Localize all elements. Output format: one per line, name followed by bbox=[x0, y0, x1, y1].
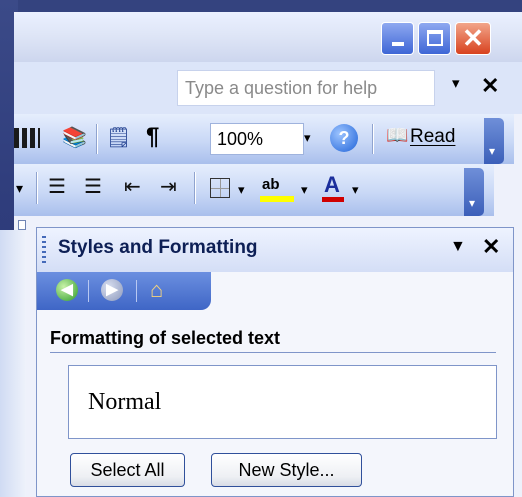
dropdown-arrow-icon[interactable]: ▾ bbox=[16, 180, 23, 197]
help-icon[interactable]: ? bbox=[330, 124, 358, 152]
font-color-icon[interactable]: A bbox=[324, 172, 340, 198]
borders-icon[interactable] bbox=[210, 178, 230, 198]
font-color-glyph: A bbox=[324, 172, 340, 197]
current-style-name: Normal bbox=[88, 389, 162, 415]
section-divider bbox=[50, 352, 496, 353]
show-hide-paragraph-icon[interactable]: ¶ bbox=[146, 123, 159, 151]
document-map-icon[interactable]: 🗒 bbox=[106, 127, 131, 149]
help-search-input[interactable]: Type a question for help bbox=[177, 70, 435, 106]
read-button[interactable]: Read bbox=[410, 126, 455, 148]
toolbar-separator bbox=[372, 124, 373, 154]
select-all-button[interactable]: Select All bbox=[70, 453, 185, 487]
home-icon[interactable]: ⌂ bbox=[150, 277, 163, 303]
font-color-dropdown-icon[interactable]: ▾ bbox=[352, 182, 359, 198]
back-arrow-icon[interactable]: ◀ bbox=[56, 279, 78, 301]
highlight-dropdown-icon[interactable]: ▾ bbox=[301, 182, 308, 198]
help-dropdown-icon[interactable]: ▾ bbox=[452, 74, 460, 92]
minimize-button[interactable] bbox=[381, 22, 414, 55]
highlight-color-bar bbox=[260, 196, 294, 202]
document-area-edge bbox=[0, 230, 26, 497]
maximize-icon bbox=[427, 30, 443, 46]
ruler-marker bbox=[18, 220, 26, 230]
pane-menu-icon[interactable]: ▼ bbox=[450, 238, 466, 256]
zoom-dropdown-icon[interactable]: ▾ bbox=[304, 130, 311, 146]
pane-title: Styles and Formatting bbox=[58, 237, 258, 258]
minimize-icon bbox=[392, 42, 404, 46]
toolbar-options-button[interactable]: ▾ bbox=[484, 118, 504, 164]
close-document-icon[interactable]: ✕ bbox=[481, 73, 499, 99]
borders-dropdown-icon[interactable]: ▾ bbox=[238, 182, 245, 198]
chevron-down-icon: ▾ bbox=[489, 144, 496, 158]
nav-separator bbox=[136, 280, 137, 302]
chevron-down-icon: ▾ bbox=[469, 196, 476, 210]
close-icon: ✕ bbox=[462, 23, 484, 53]
columns-icon[interactable] bbox=[14, 128, 40, 148]
zoom-select[interactable]: 100% bbox=[210, 123, 304, 155]
research-book-icon[interactable]: 📚 bbox=[62, 127, 87, 149]
highlight-icon[interactable]: ab bbox=[262, 176, 280, 193]
pane-grip-handle[interactable] bbox=[42, 236, 46, 266]
maximize-button[interactable] bbox=[418, 22, 451, 55]
highlight-glyph: ab bbox=[262, 176, 280, 193]
forward-arrow-icon[interactable]: ▶ bbox=[101, 279, 123, 301]
new-style-button[interactable]: New Style... bbox=[211, 453, 362, 487]
toolbar-separator bbox=[194, 172, 195, 204]
formatting-section-label: Formatting of selected text bbox=[50, 328, 281, 348]
numbering-icon[interactable]: ☰ bbox=[48, 176, 66, 198]
decrease-indent-icon[interactable]: ⇤ bbox=[124, 176, 141, 198]
toolbar-separator bbox=[96, 124, 97, 154]
toolbar-separator bbox=[36, 172, 37, 204]
pane-close-icon[interactable]: ✕ bbox=[482, 234, 500, 260]
bullets-icon[interactable]: ☰ bbox=[84, 176, 102, 198]
read-icon: 📖 bbox=[386, 125, 409, 145]
nav-separator bbox=[88, 280, 89, 302]
increase-indent-icon[interactable]: ⇥ bbox=[160, 176, 177, 198]
font-color-bar bbox=[322, 197, 344, 202]
close-window-button[interactable]: ✕ bbox=[455, 22, 491, 55]
toolbar-options-button-2[interactable]: ▾ bbox=[464, 168, 484, 216]
